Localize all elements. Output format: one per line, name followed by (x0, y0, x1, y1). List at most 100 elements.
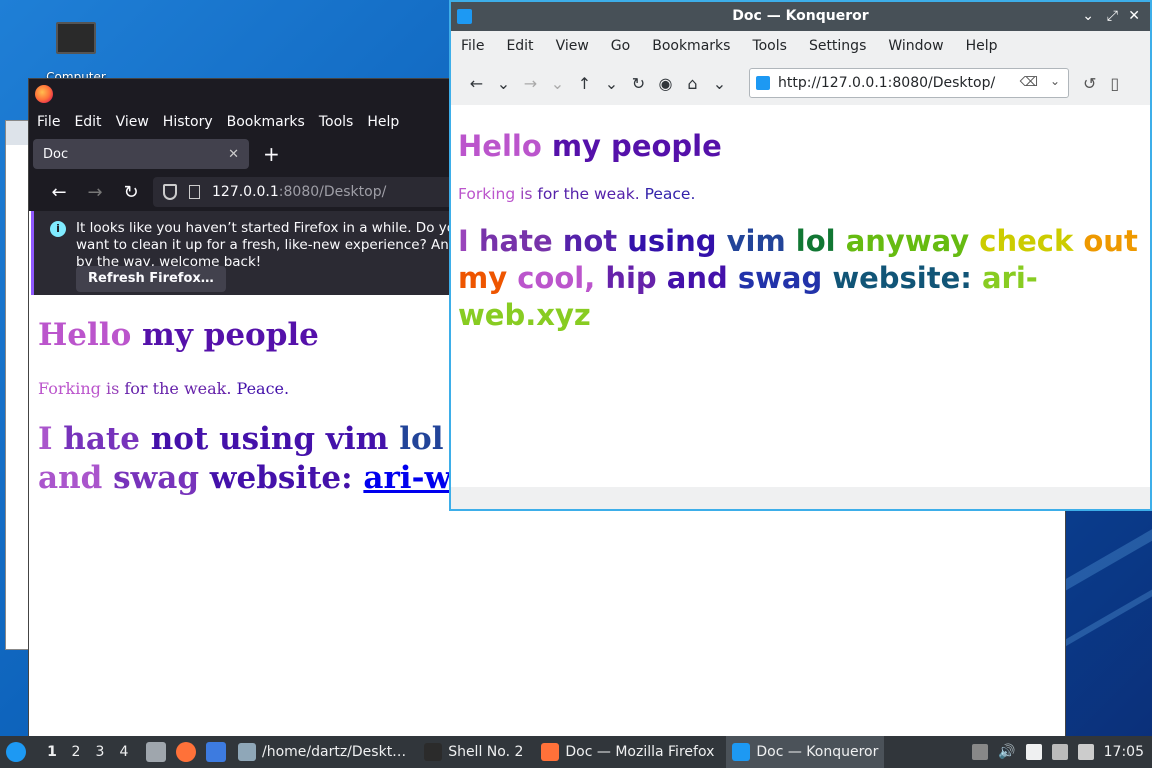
subheading-word: website: (209, 460, 364, 496)
show-desktop-icon[interactable] (206, 742, 226, 762)
subheading-word: check (979, 224, 1084, 258)
back-arrow-icon[interactable]: ← (463, 74, 490, 93)
menu-history[interactable]: History (163, 114, 213, 130)
file-manager-launcher-icon[interactable] (146, 742, 166, 762)
forward-arrow-icon[interactable]: → (77, 182, 113, 203)
clock[interactable]: 17:05 (1104, 744, 1144, 760)
desktop-switcher-4[interactable]: 4 (112, 744, 136, 760)
forward-dropdown-icon[interactable]: ⌄ (544, 74, 571, 93)
subheading-word: hip (605, 261, 667, 295)
menu-tools[interactable]: Tools (752, 38, 787, 54)
reload-icon[interactable]: ↻ (113, 182, 149, 203)
location-dropdown-icon[interactable]: ⌄ (1050, 74, 1060, 88)
konqueror-page-content: Hello my people Forking is for the weak.… (451, 105, 1150, 487)
stop-icon[interactable]: ◉ (652, 74, 679, 93)
konqueror-toolbar: ← ⌄ → ⌄ ↑ ⌄ ↻ ◉ ⌂ ⌄ http://127.0.0.1:808… (451, 61, 1150, 105)
menu-go[interactable]: Go (611, 38, 630, 54)
status-bar (451, 487, 1150, 509)
subheading-word: hate (63, 421, 151, 457)
paragraph-word: for the weak. (124, 379, 237, 398)
paragraph-word: Peace. (236, 379, 290, 398)
menu-bookmarks[interactable]: Bookmarks (227, 114, 305, 130)
tab-doc[interactable]: Doc ✕ (33, 139, 249, 169)
volume-icon[interactable]: 🔊 (998, 744, 1015, 760)
task-label: Doc — Konqueror (756, 744, 879, 760)
home-dropdown-icon[interactable]: ⌄ (706, 74, 733, 93)
maximize-icon[interactable]: ⤢ (1107, 2, 1118, 31)
page-paragraph: Forking is for the weak. Peace. (458, 185, 1143, 203)
firefox-launcher-icon[interactable] (176, 742, 196, 762)
paragraph-word: for the weak. (537, 185, 645, 203)
konqueror-titlebar[interactable]: Doc — Konqueror ⌄ ⤢ ✕ (451, 2, 1150, 31)
taskbar-task[interactable]: Shell No. 2 (418, 736, 529, 768)
location-bar[interactable]: http://127.0.0.1:8080/Desktop/ ⌫ ⌄ (749, 68, 1069, 98)
favicon-icon (756, 76, 770, 90)
paragraph-word: is (105, 379, 125, 398)
heading-word: my people (142, 317, 319, 353)
desktop-switcher-2[interactable]: 2 (64, 744, 88, 760)
subheading-word: and (666, 261, 738, 295)
network-icon[interactable] (1051, 744, 1068, 760)
subheading-word: swag (737, 261, 833, 295)
reload-icon[interactable]: ↻ (625, 74, 652, 93)
desktop-switcher-3[interactable]: 3 (88, 744, 112, 760)
document-icon[interactable]: ▯ (1110, 74, 1119, 93)
subheading-word: lol (795, 224, 846, 258)
menu-view[interactable]: View (116, 114, 149, 130)
url-host: 127.0.0.1 (212, 184, 279, 200)
desktop-switcher-1[interactable]: 1 (40, 744, 64, 760)
taskbar-task[interactable]: Doc — Konqueror (726, 736, 885, 768)
battery-icon[interactable] (1077, 744, 1094, 760)
go-icon[interactable]: ↺ (1083, 74, 1096, 93)
konqueror-icon (457, 9, 472, 24)
menu-view[interactable]: View (556, 38, 589, 54)
back-arrow-icon[interactable]: ← (41, 182, 77, 203)
virtual-desktops: 1234 (40, 744, 136, 760)
forward-arrow-icon[interactable]: → (517, 74, 544, 93)
desktop-icon-computer[interactable]: Computer (40, 22, 112, 84)
shield-icon[interactable] (163, 184, 177, 200)
menu-file[interactable]: File (37, 114, 60, 130)
task-app-icon (541, 743, 560, 761)
menu-settings[interactable]: Settings (809, 38, 866, 54)
task-app-icon (732, 743, 751, 761)
task-app-icon (238, 743, 256, 761)
paragraph-word: Peace. (644, 185, 696, 203)
location-url: http://127.0.0.1:8080/Desktop/ (778, 75, 996, 91)
menu-bookmarks[interactable]: Bookmarks (652, 38, 730, 54)
menu-help[interactable]: Help (367, 114, 399, 130)
menu-file[interactable]: File (461, 38, 484, 54)
page-icon (189, 185, 200, 199)
minimize-icon[interactable]: ⌄ (1082, 2, 1094, 31)
updates-icon[interactable] (972, 744, 989, 760)
taskbar-task[interactable]: /home/dartz/Deskt… (232, 736, 412, 768)
menu-window[interactable]: Window (888, 38, 943, 54)
up-dropdown-icon[interactable]: ⌄ (598, 74, 625, 93)
menu-help[interactable]: Help (966, 38, 998, 54)
konqueror-window[interactable]: Doc — Konqueror ⌄ ⤢ ✕ File Edit View Go Book… (449, 0, 1152, 511)
page-subheading: I hate not using vim lol anyway check ou… (458, 223, 1143, 334)
menu-tools[interactable]: Tools (319, 114, 354, 130)
application-menu-icon[interactable] (6, 742, 26, 762)
home-icon[interactable]: ⌂ (679, 74, 706, 93)
clipboard-icon[interactable] (1025, 744, 1042, 760)
firefox-icon (35, 85, 53, 103)
computer-icon (56, 22, 96, 54)
heading-word: Hello (38, 317, 143, 353)
clear-location-icon[interactable]: ⌫ (1020, 75, 1038, 90)
menu-edit[interactable]: Edit (74, 114, 101, 130)
close-tab-icon[interactable]: ✕ (228, 147, 239, 162)
subheading-word: website: (832, 261, 982, 295)
subheading-word: cool, (517, 261, 606, 295)
back-dropdown-icon[interactable]: ⌄ (490, 74, 517, 93)
close-icon[interactable]: ✕ (1128, 2, 1140, 31)
new-tab-icon[interactable]: + (263, 142, 280, 166)
subheading-word: and (38, 460, 114, 496)
menu-edit[interactable]: Edit (506, 38, 533, 54)
refresh-firefox-button[interactable]: Refresh Firefox… (76, 266, 226, 292)
paragraph-word: is (520, 185, 538, 203)
up-arrow-icon[interactable]: ↑ (571, 74, 598, 93)
taskbar-task[interactable]: Doc — Mozilla Firefox (535, 736, 720, 768)
subheading-word: vim (726, 224, 796, 258)
url-path: :8080/Desktop/ (278, 184, 387, 200)
